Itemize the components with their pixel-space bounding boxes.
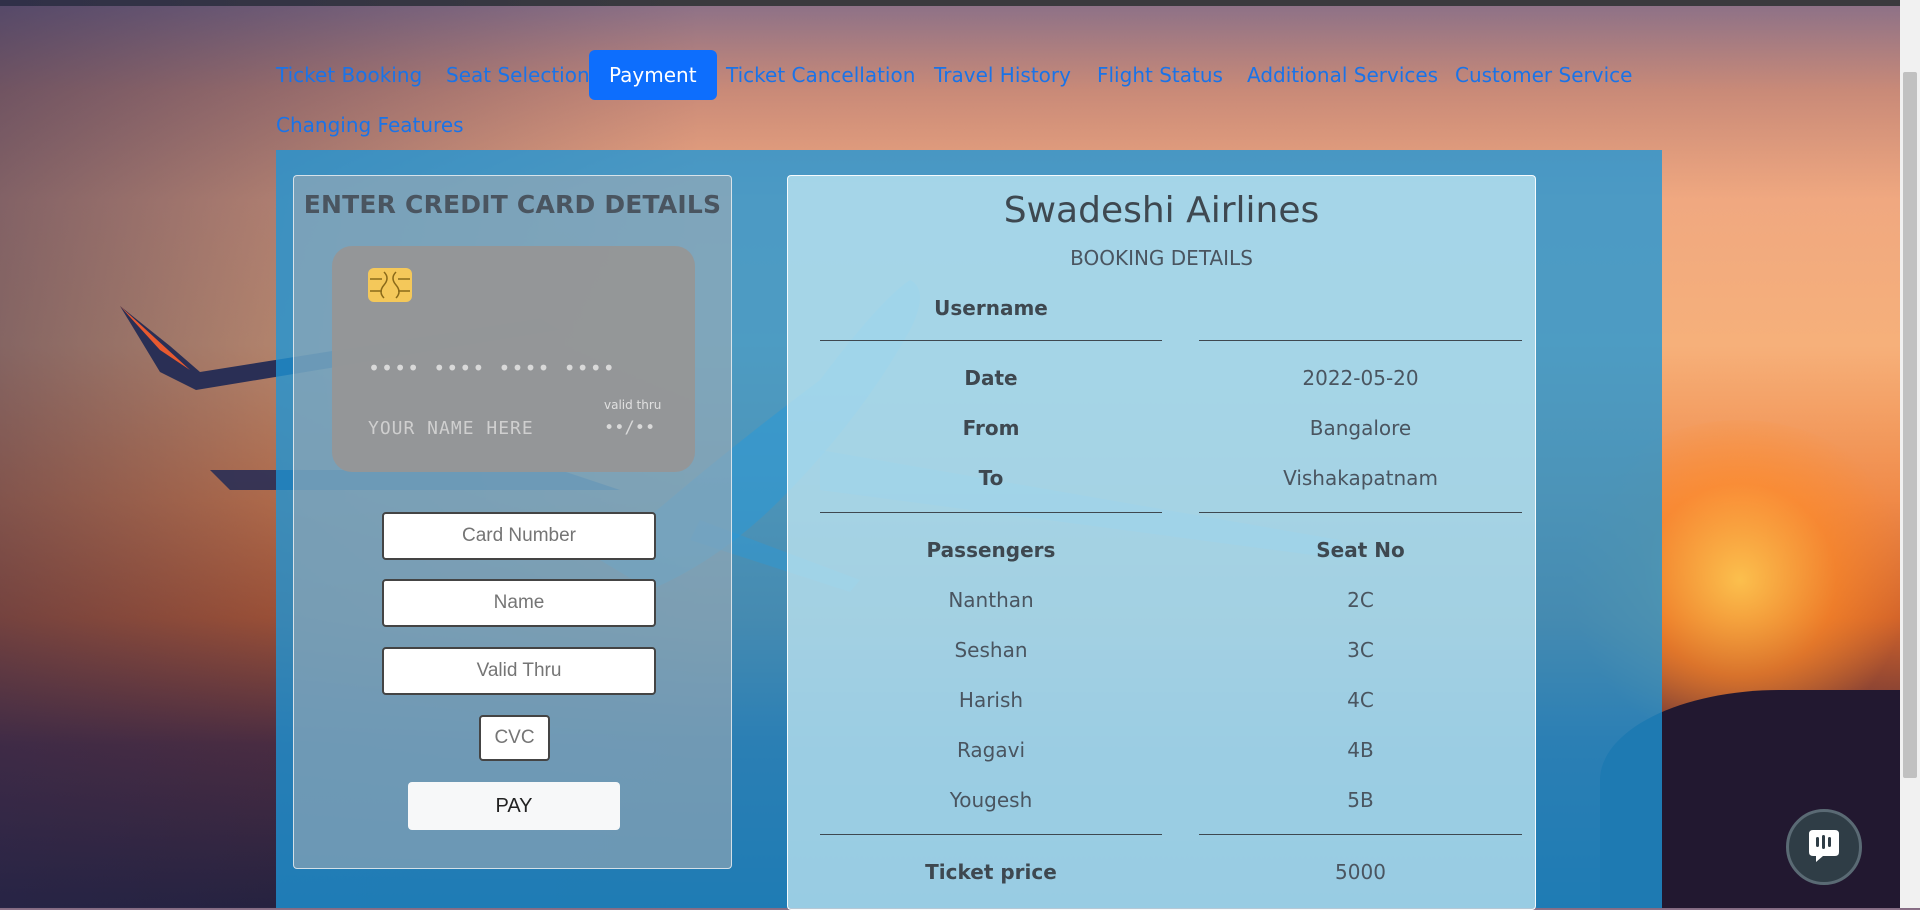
tab-customer-service[interactable]: Customer Service bbox=[1455, 50, 1632, 100]
pay-button[interactable]: PAY bbox=[408, 782, 620, 830]
booking-subtitle: BOOKING DETAILS bbox=[1070, 246, 1253, 270]
passenger-name: Seshan bbox=[954, 638, 1028, 662]
page-scrollbar[interactable] bbox=[1900, 0, 1920, 908]
to-value: Vishakapatnam bbox=[1283, 466, 1438, 490]
divider bbox=[1199, 340, 1522, 341]
passenger-name: Yougesh bbox=[949, 788, 1033, 812]
payment-form: ENTER CREDIT CARD DETAILS •••• •••• ••••… bbox=[293, 175, 732, 869]
credit-card-preview: •••• •••• •••• •••• YOUR NAME HERE valid… bbox=[332, 246, 695, 472]
username-label: Username bbox=[934, 296, 1048, 320]
passenger-seat: 2C bbox=[1347, 588, 1374, 612]
tab-travel-history[interactable]: Travel History bbox=[934, 50, 1071, 100]
passenger-seat: 4B bbox=[1347, 738, 1374, 762]
from-value: Bangalore bbox=[1309, 416, 1412, 440]
card-name-placeholder: YOUR NAME HERE bbox=[368, 418, 534, 439]
tab-ticket-cancellation[interactable]: Ticket Cancellation bbox=[726, 50, 915, 100]
card-number-input[interactable] bbox=[382, 512, 656, 560]
passenger-seat: 3C bbox=[1347, 638, 1374, 662]
tab-ticket-booking[interactable]: Ticket Booking bbox=[276, 50, 422, 100]
divider bbox=[820, 834, 1162, 835]
passenger-name: Nanthan bbox=[948, 588, 1034, 612]
tab-seat-selection[interactable]: Seat Selection bbox=[446, 50, 590, 100]
chat-widget-button[interactable] bbox=[1786, 809, 1862, 885]
cvc-input[interactable] bbox=[479, 715, 550, 761]
airline-name: Swadeshi Airlines bbox=[1003, 190, 1320, 231]
passenger-seat: 5B bbox=[1347, 788, 1374, 812]
tab-payment[interactable]: Payment bbox=[589, 50, 717, 100]
booking-details: Swadeshi Airlines BOOKING DETAILS Userna… bbox=[787, 175, 1536, 910]
divider bbox=[820, 512, 1162, 513]
to-label: To bbox=[978, 466, 1004, 490]
name-input[interactable] bbox=[382, 579, 656, 627]
card-chip-icon bbox=[368, 268, 412, 302]
chat-icon bbox=[1809, 830, 1839, 862]
divider bbox=[820, 340, 1162, 341]
tab-additional-services[interactable]: Additional Services bbox=[1247, 50, 1438, 100]
date-label: Date bbox=[964, 366, 1018, 390]
tab-flight-status[interactable]: Flight Status bbox=[1097, 50, 1223, 100]
passenger-name: Harish bbox=[958, 688, 1024, 712]
divider bbox=[1199, 512, 1522, 513]
passenger-name: Ragavi bbox=[956, 738, 1026, 762]
divider bbox=[1199, 834, 1522, 835]
card-valid-thru-label: valid thru bbox=[604, 398, 662, 412]
from-label: From bbox=[962, 416, 1020, 440]
scrollbar-thumb[interactable] bbox=[1903, 72, 1917, 778]
valid-thru-input[interactable] bbox=[382, 647, 656, 695]
date-value: 2022-05-20 bbox=[1302, 366, 1419, 390]
ticket-price-label: Ticket price bbox=[925, 860, 1057, 884]
passengers-header: Passengers bbox=[926, 538, 1056, 562]
payment-title: ENTER CREDIT CARD DETAILS bbox=[303, 190, 722, 219]
ticket-price-value: 5000 bbox=[1335, 860, 1386, 884]
card-number-mask: •••• •••• •••• •••• bbox=[368, 356, 616, 380]
card-expiry-mask: ••/•• bbox=[604, 418, 656, 438]
seat-header: Seat No bbox=[1316, 538, 1405, 562]
passenger-seat: 4C bbox=[1347, 688, 1374, 712]
tab-changing-features[interactable]: Changing Features bbox=[276, 100, 464, 150]
